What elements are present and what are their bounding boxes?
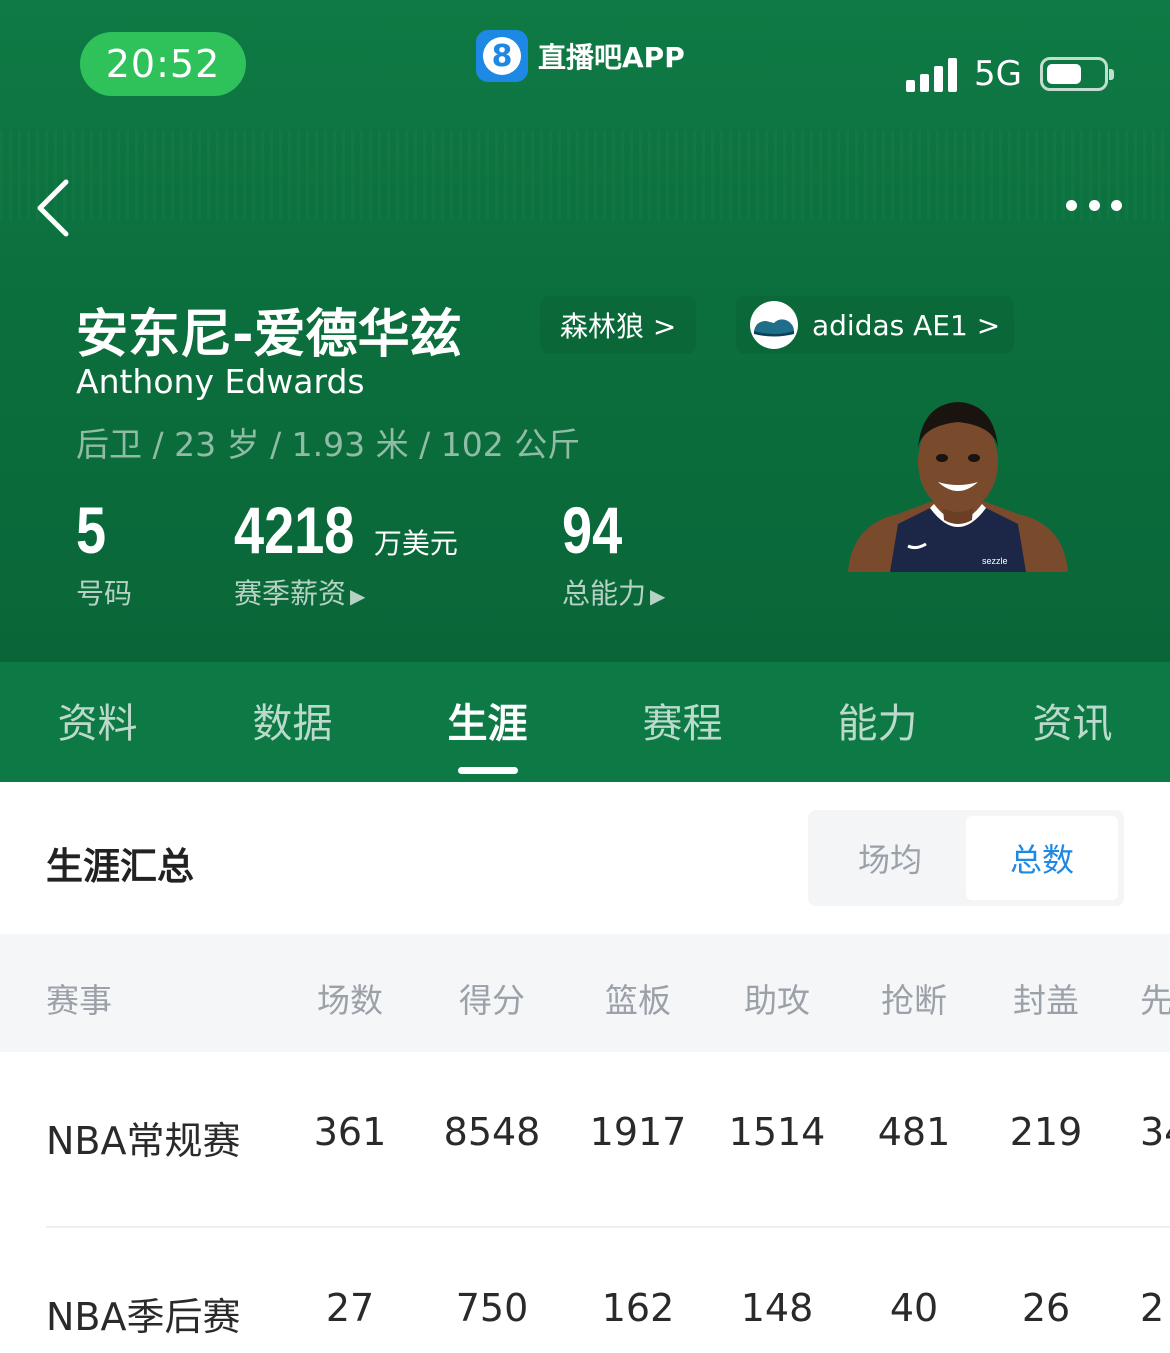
more-button[interactable] [1056,188,1132,222]
battery-icon [1040,57,1114,91]
toggle-per-game[interactable]: 场均 [814,816,966,900]
salary-label: 赛季薪资 [234,577,347,610]
signal-icon [906,56,958,92]
table-cell: 8548 [443,1110,541,1154]
salary-value: 4218 [234,493,355,567]
tab-1[interactable]: 数据 [195,662,390,782]
back-button[interactable] [30,176,80,240]
column-header: 场数 [317,981,383,1020]
player-name-en: Anthony Edwards [76,362,365,401]
table-header: 赛事 场数 得分 篮板 助攻 抢断 封盖 先 [0,934,1170,1052]
jersey-number-stat: 5 号码 [76,493,132,610]
table-cell: 481 [877,1110,951,1154]
table-cell: 361 [313,1110,387,1154]
table-cell: 2 [1140,1286,1165,1330]
rating-label-row: 总能力 ▶ [562,572,665,612]
column-header: 助攻 [744,981,810,1020]
table-cell: 40 [889,1286,939,1330]
player-avatar: sezzle [848,402,1068,572]
table-row[interactable]: NBA常规赛 361 8548 1917 1514 481 219 34 [0,1052,1170,1226]
svg-text:sezzle: sezzle [982,556,1008,566]
column-header: 赛事 [46,981,112,1020]
app-logo-glyph: 8 [483,37,521,75]
section-title: 生涯汇总 [46,845,194,888]
app-logo-icon: 8 [476,30,528,82]
column-header: 篮板 [605,981,671,1020]
chevron-left-icon [37,179,69,237]
column-header: 先 [1140,981,1170,1020]
network-label: 5G [974,54,1022,94]
salary-stat[interactable]: 4218 万美元 赛季薪资 ▶ [234,493,458,610]
profile-tabs: 资料 数据 生涯 赛程 能力 资讯 [0,662,1170,782]
jersey-number-label: 号码 [76,577,133,610]
player-info: 后卫 / 23 岁 / 1.93 米 / 102 公斤 [76,425,581,464]
table-cell: NBA季后赛 [46,1295,241,1339]
column-header: 封盖 [1013,981,1079,1020]
app-name: 直播吧APP [538,41,685,74]
rating-label: 总能力 [562,577,647,610]
shoe-icon [750,301,798,349]
jersey-number-value: 5 [76,493,107,567]
table-cell: NBA常规赛 [46,1119,241,1163]
table-cell: 219 [1009,1110,1083,1154]
triangle-right-icon: ▶ [350,584,366,608]
tab-0[interactable]: 资料 [0,662,195,782]
table-cell: 148 [740,1286,814,1330]
tab-2[interactable]: 生涯 [390,662,585,782]
table-cell: 27 [325,1286,375,1330]
app-badge: 8 直播吧APP [476,30,685,82]
table-row[interactable]: NBA季后赛 27 750 162 148 40 26 2 [0,1228,1170,1353]
column-header: 得分 [459,981,525,1020]
shoe-label: adidas AE1 > [812,308,1001,342]
salary-label-row: 赛季薪资 ▶ [234,572,365,612]
table-cell: 1514 [728,1110,826,1154]
battery-level [1047,64,1081,84]
tab-4[interactable]: 能力 [780,662,975,782]
player-header: 20:52 8 直播吧APP 5G 安东尼-爱德华兹 森林狼 > adidas … [0,0,1170,662]
tab-3[interactable]: 赛程 [585,662,780,782]
table-cell: 750 [455,1286,529,1330]
salary-unit: 万美元 [373,527,458,560]
more-dots-icon [1066,199,1077,211]
table-cell: 1917 [589,1110,687,1154]
rating-value: 94 [562,493,623,567]
rating-stat[interactable]: 94 总能力 ▶ [562,493,665,610]
table-cell: 26 [1021,1286,1071,1330]
team-link[interactable]: 森林狼 > [540,296,697,354]
toggle-totals[interactable]: 总数 [966,816,1118,900]
tab-5[interactable]: 资讯 [975,662,1170,782]
column-header: 抢断 [881,981,947,1020]
table-cell: 162 [601,1286,675,1330]
shoe-link[interactable]: adidas AE1 > [736,296,1015,354]
status-time: 20:52 [80,32,246,96]
triangle-right-icon: ▶ [650,584,666,608]
table-cell: 34 [1140,1110,1170,1154]
stat-mode-toggle: 场均 总数 [808,810,1124,906]
player-name-cn: 安东尼-爱德华兹 [76,305,462,365]
